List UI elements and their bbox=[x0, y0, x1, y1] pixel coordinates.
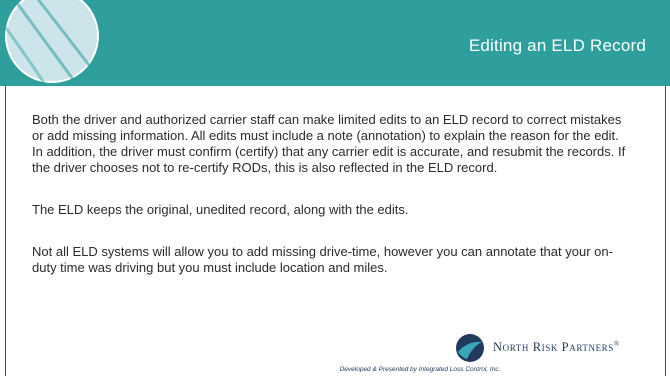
trademark-mark: ® bbox=[613, 340, 620, 349]
globe-arcs-icon bbox=[4, 0, 99, 86]
slide-body: Both the driver and authorized carrier s… bbox=[32, 112, 630, 276]
title-bar: Editing an ELD Record bbox=[0, 0, 670, 86]
slide-title: Editing an ELD Record bbox=[468, 36, 646, 55]
footer-credit: Developed & Presented by Integrated Loss… bbox=[339, 366, 501, 373]
brand-logo: North Risk Partners® bbox=[455, 333, 620, 363]
paragraph-edits: Both the driver and authorized carrier s… bbox=[32, 112, 626, 175]
slide: Editing an ELD Record Both the driver an… bbox=[0, 0, 670, 382]
paragraph-original-record: The ELD keeps the original, unedited rec… bbox=[32, 202, 409, 217]
paragraph-drive-time: Not all ELD systems will allow you to ad… bbox=[32, 244, 613, 275]
brand-name: North Risk Partners® bbox=[493, 340, 620, 355]
north-risk-circle-icon bbox=[456, 334, 484, 362]
